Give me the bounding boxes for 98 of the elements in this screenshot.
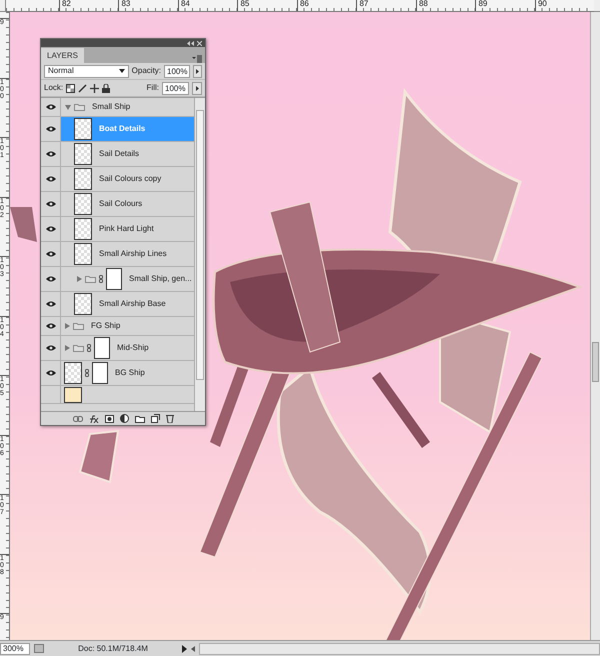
layer-row[interactable]: Sail Details (41, 142, 194, 167)
new-layer-icon[interactable] (150, 414, 160, 423)
blend-mode-dropdown[interactable]: Normal (44, 64, 129, 78)
layer-row[interactable]: Small Ship, gen... (41, 267, 194, 292)
chain-icon (99, 275, 103, 283)
folder-icon (85, 275, 96, 283)
layer-row[interactable]: Pink Hard Light (41, 217, 194, 242)
layer-name: Mid-Ship (117, 342, 149, 354)
link-icon[interactable] (72, 416, 82, 422)
fill-field[interactable]: 100% (162, 82, 189, 94)
triangle-icon (196, 68, 199, 74)
layer-name: Sail Colours (99, 198, 142, 210)
folder-icon (74, 103, 85, 111)
ruler-label: 85 (240, 0, 250, 8)
layer-thumbnail (64, 362, 82, 384)
zoom-field[interactable]: 300% (0, 642, 30, 654)
sail-drawing (78, 430, 120, 484)
layer-thumbnail (74, 168, 92, 190)
adjustment-icon[interactable] (120, 414, 128, 423)
layer-thumbnail (64, 387, 82, 403)
eye-icon[interactable] (46, 345, 56, 351)
fx-icon[interactable] (88, 414, 98, 422)
layer-row[interactable]: Sail Colours copy (41, 167, 194, 192)
triangle-icon[interactable] (77, 276, 82, 282)
document-size: Doc: 50.1M/718.4M (77, 642, 149, 654)
trash-icon[interactable] (166, 414, 174, 423)
eye-icon[interactable] (46, 323, 56, 329)
layer-row[interactable]: Small Airship Lines (41, 242, 194, 267)
layer-row[interactable]: Small Airship Base (41, 292, 194, 317)
layer-name: Pink Hard Light (99, 223, 154, 235)
lock-label: Lock: (44, 82, 64, 94)
dropdown-arrow-icon (118, 69, 125, 73)
folder-icon (73, 322, 84, 330)
layer-name: Small Airship Lines (99, 248, 167, 260)
blend-mode: Normal (48, 65, 74, 77)
scrollbar[interactable] (590, 12, 600, 640)
layer-row[interactable] (41, 386, 194, 404)
layer-name: Small Ship, gen... (129, 273, 192, 285)
play-icon[interactable] (182, 644, 187, 652)
layer-thumbnail (74, 143, 92, 165)
folder-icon (73, 344, 84, 352)
panel-menu-icon[interactable] (192, 55, 202, 63)
eye-icon[interactable] (46, 301, 56, 307)
eye-icon[interactable] (46, 104, 56, 110)
eye-icon[interactable] (46, 151, 56, 157)
folder-icon[interactable] (134, 414, 144, 422)
ruler-label: 83 (121, 0, 130, 8)
ruler-label: 87 (359, 0, 368, 8)
layer-thumbnail (74, 293, 92, 315)
ruler-label: 82 (62, 0, 71, 8)
layer-name: BG Ship (115, 367, 145, 379)
scrollbar[interactable] (199, 642, 600, 654)
triangle-icon[interactable] (65, 323, 70, 329)
layer-name: Small Ship (92, 101, 130, 113)
checker-icon[interactable] (66, 84, 76, 92)
opacity-stepper[interactable] (192, 64, 202, 78)
eye-icon[interactable] (46, 126, 56, 132)
chain-icon (85, 369, 89, 377)
close-icon[interactable] (197, 40, 202, 46)
mask-icon[interactable] (104, 414, 114, 422)
eye-icon[interactable] (46, 251, 56, 257)
triangle-icon (196, 86, 198, 90)
lock-icon[interactable] (102, 84, 110, 92)
chain-icon (87, 344, 91, 352)
layer-name: Small Airship Base (99, 298, 166, 310)
fill-label: Fill: (146, 82, 159, 94)
eye-icon[interactable] (46, 370, 56, 376)
layer-row[interactable]: FG Ship (41, 317, 194, 336)
layer-name: Sail Colours copy (99, 173, 162, 185)
layer-row[interactable]: Mid-Ship (41, 336, 194, 361)
layer-thumbnail (74, 193, 92, 215)
layer-thumbnail (74, 118, 92, 140)
eye-icon[interactable] (46, 176, 56, 182)
ruler-label: 84 (180, 0, 190, 8)
eye-icon[interactable] (46, 201, 56, 207)
ruler-label: 88 (418, 0, 428, 8)
triangle-icon[interactable] (65, 345, 70, 351)
ruler-label: 89 (478, 0, 488, 8)
layer-thumbnail (74, 218, 92, 240)
ruler-label: 86 (300, 0, 309, 8)
layer-row[interactable]: BG Ship (41, 361, 194, 386)
brush-icon[interactable] (78, 84, 88, 92)
scrollbar[interactable] (194, 98, 205, 411)
eye-icon[interactable] (46, 276, 56, 282)
layer-row[interactable]: Sail Colours (41, 192, 194, 217)
layer-name: FG Ship (91, 320, 120, 332)
layers-tab[interactable]: LAYERS (41, 48, 84, 63)
fill-stepper[interactable] (192, 82, 202, 94)
layer-name: Boat Details (99, 123, 146, 135)
scroll-left-icon[interactable] (191, 646, 195, 652)
layer-name: Sail Details (99, 148, 140, 160)
ruler-label: 90 (538, 0, 547, 8)
move-icon[interactable] (90, 84, 100, 92)
eye-icon[interactable] (46, 226, 56, 232)
triangle-icon[interactable] (65, 104, 71, 110)
opacity-field[interactable]: 100% (164, 64, 190, 78)
layer-thumbnail (74, 243, 92, 265)
opacity-label: Opacity: (132, 65, 162, 77)
